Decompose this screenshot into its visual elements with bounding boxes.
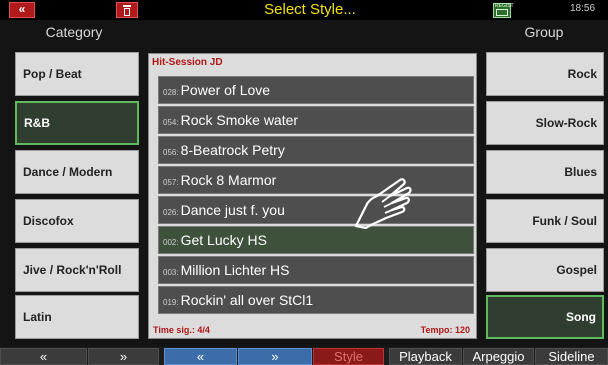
category-item-jive-rocknroll[interactable]: Jive / Rock'n'Roll bbox=[15, 248, 139, 292]
group-item-blues[interactable]: Blues bbox=[486, 150, 604, 194]
list-page-up-button[interactable]: « bbox=[164, 348, 237, 365]
category-item-dance-modern[interactable]: Dance / Modern bbox=[15, 150, 139, 194]
style-list-item[interactable]: 057: Rock 8 Marmor bbox=[158, 166, 474, 194]
style-list-panel: Hit-Session JD 028: Power of Love 054: Roc… bbox=[148, 53, 477, 339]
category-page-up-button[interactable]: « bbox=[0, 348, 87, 365]
hand-pointer-icon bbox=[354, 178, 412, 230]
group-item-funk-soul[interactable]: Funk / Soul bbox=[486, 199, 604, 243]
tab-sideline[interactable]: Sideline bbox=[535, 348, 608, 365]
tab-playback[interactable]: Playback bbox=[389, 348, 462, 365]
style-list-item[interactable]: 056: 8-Beatrock Petry bbox=[158, 136, 474, 164]
category-item-latin[interactable]: Latin bbox=[15, 295, 139, 339]
page-title: Select Style... bbox=[264, 1, 356, 18]
group-item-song[interactable]: Song bbox=[486, 295, 604, 339]
list-page-down-button[interactable]: » bbox=[238, 348, 312, 365]
style-list-item-selected[interactable]: 002: Get Lucky HS bbox=[158, 226, 474, 254]
back-button[interactable]: « bbox=[9, 2, 35, 18]
group-item-gospel[interactable]: Gospel bbox=[486, 248, 604, 292]
tab-style[interactable]: Style bbox=[313, 348, 384, 365]
category-header: Category bbox=[45, 24, 103, 40]
group-item-slow-rock[interactable]: Slow-Rock bbox=[486, 101, 604, 145]
category-item-pop-beat[interactable]: Pop / Beat bbox=[15, 52, 139, 96]
registration-icon: REGIST bbox=[493, 3, 514, 18]
style-list-item[interactable]: 028: Power of Love bbox=[158, 76, 474, 104]
style-list-item[interactable]: 054: Rock Smoke water bbox=[158, 106, 474, 134]
category-item-rnb[interactable]: R&B bbox=[15, 101, 139, 145]
category-page-down-button[interactable]: » bbox=[88, 348, 159, 365]
tab-arpeggio[interactable]: Arpeggio bbox=[463, 348, 534, 365]
time-signature: Time sig.: 4/4 bbox=[153, 325, 210, 335]
clock: 18:56 bbox=[570, 3, 596, 14]
style-list-item[interactable]: 003: Million Lichter HS bbox=[158, 256, 474, 284]
group-header: Group bbox=[524, 24, 564, 40]
group-item-rock[interactable]: Rock bbox=[486, 52, 604, 96]
tempo-readout: Tempo: 120 bbox=[420, 325, 470, 335]
category-item-discofox[interactable]: Discofox bbox=[15, 199, 139, 243]
style-set-name: Hit-Session JD bbox=[152, 57, 223, 68]
style-list-item[interactable]: 019: Rockin' all over StCl1 bbox=[158, 286, 474, 314]
style-list-item[interactable]: 026: Dance just f. you bbox=[158, 196, 474, 224]
trash-icon[interactable] bbox=[116, 2, 138, 18]
